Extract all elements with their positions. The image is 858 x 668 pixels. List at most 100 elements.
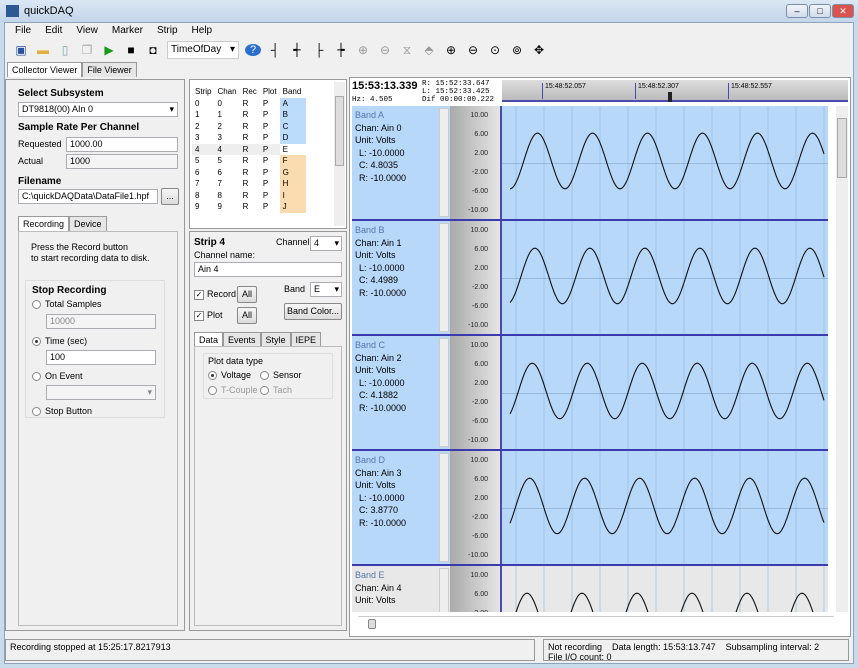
channel-select[interactable]: 4 ▾ xyxy=(310,236,342,251)
strips-scrollbar[interactable] xyxy=(836,106,848,612)
help-icon[interactable]: ? xyxy=(245,44,261,56)
column-header[interactable]: Plot xyxy=(260,86,280,98)
table-row[interactable]: 4 4 R PE xyxy=(192,143,306,155)
tab-iepe[interactable]: IEPE xyxy=(290,332,322,347)
requested-rate-input[interactable]: 1000.00 xyxy=(66,137,178,152)
right-cursor-icon[interactable]: ├ xyxy=(311,43,327,57)
strip-band-e[interactable]: Band E Chan: Ain 4 Unit: Volts 10.00 6.00… xyxy=(352,566,828,612)
strip-table-scrollbar[interactable] xyxy=(334,82,345,226)
sensor-radio[interactable]: Sensor xyxy=(260,370,302,381)
menu-view[interactable]: View xyxy=(76,23,98,39)
new-file-icon[interactable]: ▯ xyxy=(57,43,73,57)
on-event-radio[interactable]: On Event xyxy=(32,371,83,382)
column-header[interactable]: Rec xyxy=(240,86,260,98)
minimize-button[interactable]: – xyxy=(786,4,808,18)
tab-recording[interactable]: Recording xyxy=(18,216,70,231)
subsystem-select[interactable]: DT9818(00) AIn 0 ▾ xyxy=(18,102,178,117)
stop-icon[interactable]: ■ xyxy=(123,43,139,57)
right-cursor-move-icon[interactable]: ┾ xyxy=(333,43,349,57)
plot-all-button[interactable]: All xyxy=(237,307,257,324)
channel-name-input[interactable]: Ain 4 xyxy=(194,262,342,277)
strip-info-scrollbar[interactable] xyxy=(439,453,449,562)
strip-band-c[interactable]: Band C Chan: Ain 2 Unit: Volts L: -10.00… xyxy=(352,336,828,451)
menu-strip[interactable]: Strip xyxy=(157,23,178,39)
tab-data[interactable]: Data xyxy=(194,332,224,347)
column-header[interactable]: Chan xyxy=(214,86,239,98)
time-scroll-slider[interactable] xyxy=(358,616,834,630)
left-cursor-icon[interactable]: ┤ xyxy=(267,43,283,57)
menu-help[interactable]: Help xyxy=(192,23,213,39)
total-samples-radio[interactable]: Total Samples xyxy=(32,299,102,310)
column-header[interactable]: Strip xyxy=(192,86,214,98)
strip-info-scrollbar[interactable] xyxy=(439,223,449,332)
save-icon[interactable]: ▣ xyxy=(13,43,29,57)
pan-icon[interactable]: ✥ xyxy=(531,43,547,57)
waveform-plot[interactable] xyxy=(502,106,828,219)
tcouple-radio[interactable]: T-Couple xyxy=(208,385,258,396)
zoom-in-y-icon[interactable]: ⊕ xyxy=(355,43,371,57)
zoom-fit-y-icon[interactable]: ⧖ xyxy=(399,43,415,58)
time-input[interactable]: 100 xyxy=(46,350,156,365)
table-row[interactable]: 0 0 R PA xyxy=(192,97,306,109)
left-cursor-move-icon[interactable]: ┽ xyxy=(289,43,305,57)
zoom-in-icon[interactable]: ⊕ xyxy=(443,43,459,57)
tab-file-viewer[interactable]: File Viewer xyxy=(82,62,137,77)
table-row[interactable]: 2 2 R PC xyxy=(192,120,306,132)
strip-info-scrollbar[interactable] xyxy=(439,338,449,447)
band-select[interactable]: E ▾ xyxy=(310,282,342,297)
play-icon[interactable]: ▶ xyxy=(101,43,117,57)
menu-marker[interactable]: Marker xyxy=(112,23,143,39)
column-header[interactable]: Band xyxy=(280,86,306,98)
filename-input[interactable]: C:\quickDAQData\DataFile1.hpf xyxy=(18,189,158,204)
menu-file[interactable]: File xyxy=(15,23,31,39)
scrollbar-thumb[interactable] xyxy=(335,96,344,166)
copy-icon[interactable]: ❐ xyxy=(79,43,95,57)
menu-edit[interactable]: Edit xyxy=(45,23,62,39)
band-color-button[interactable]: Band Color... xyxy=(284,303,342,320)
strip-info-scrollbar[interactable] xyxy=(439,568,449,612)
record-all-button[interactable]: All xyxy=(237,286,257,303)
strip-band-a[interactable]: Band A Chan: Ain 0 Unit: Volts L: -10.00… xyxy=(352,106,828,221)
waveform-plot[interactable] xyxy=(502,451,828,564)
plot-checkbox[interactable]: ✓ Plot xyxy=(194,310,223,321)
event-select[interactable]: ▾ xyxy=(46,385,156,400)
record-checkbox[interactable]: ✓ Record xyxy=(194,289,236,300)
tab-events[interactable]: Events xyxy=(223,332,261,347)
table-row[interactable]: 1 1 R PB xyxy=(192,109,306,121)
voltage-radio[interactable]: Voltage xyxy=(208,370,251,381)
close-button[interactable]: ✕ xyxy=(832,4,854,18)
scrollbar-thumb[interactable] xyxy=(837,118,847,178)
strip-info-scrollbar[interactable] xyxy=(439,108,449,217)
table-row[interactable]: 6 6 R PG xyxy=(192,166,306,178)
browse-button[interactable]: ... xyxy=(161,188,179,205)
table-row[interactable]: 7 7 R PH xyxy=(192,178,306,190)
tab-collector-viewer[interactable]: Collector Viewer xyxy=(7,62,83,77)
maximize-button[interactable]: □ xyxy=(809,4,831,18)
table-row[interactable]: 8 8 R PI xyxy=(192,189,306,201)
slider-thumb[interactable] xyxy=(368,619,376,629)
total-samples-input[interactable]: 10000 xyxy=(46,314,156,329)
tach-radio[interactable]: Tach xyxy=(260,385,292,396)
time-axis[interactable]: 15:48:52.057 15:48:52.307 15:48:52.557 xyxy=(502,80,848,102)
waveform-plot[interactable] xyxy=(502,336,828,449)
waveform-plot[interactable] xyxy=(502,566,828,612)
tab-style[interactable]: Style xyxy=(260,332,291,347)
strip-band-b[interactable]: Band B Chan: Ain 1 Unit: Volts L: -10.00… xyxy=(352,221,828,336)
zoom-fit-icon[interactable]: ⊙ xyxy=(487,43,503,57)
time-mode-select[interactable]: TimeOfDay ▾ xyxy=(167,41,239,59)
zoom-cursor-icon[interactable]: ⊚ xyxy=(509,43,525,57)
zoom-reset-y-icon[interactable]: ⬘ xyxy=(421,43,437,57)
waveform-plot[interactable] xyxy=(502,221,828,334)
zoom-out-y-icon[interactable]: ⊖ xyxy=(377,43,393,57)
table-row[interactable]: 5 5 R PF xyxy=(192,155,306,167)
stop-button-radio[interactable]: Stop Button xyxy=(32,406,92,417)
table-row[interactable]: 3 3 R PD xyxy=(192,132,306,144)
fit-icon[interactable]: ◘ xyxy=(145,43,161,57)
table-row[interactable]: 9 9 R PJ xyxy=(192,201,306,213)
strip-band-d[interactable]: Band D Chan: Ain 3 Unit: Volts L: -10.00… xyxy=(352,451,828,566)
open-folder-icon[interactable]: ▬ xyxy=(35,43,51,57)
tab-device[interactable]: Device xyxy=(69,216,107,231)
time-radio[interactable]: Time (sec) xyxy=(32,336,87,347)
zoom-out-icon[interactable]: ⊖ xyxy=(465,43,481,57)
cursor-marker[interactable] xyxy=(668,92,672,102)
